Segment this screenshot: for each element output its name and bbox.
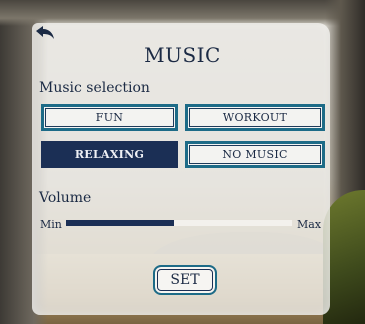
volume-slider-fill [66, 220, 175, 226]
music-option-workout[interactable]: WORKOUT [185, 104, 325, 131]
volume-slider[interactable] [66, 220, 292, 226]
volume-max-label: Max [297, 218, 322, 231]
music-option-relaxing[interactable]: RELAXING [41, 141, 178, 168]
music-option-no-music[interactable]: NO MUSIC [185, 141, 325, 168]
back-button[interactable] [34, 25, 56, 43]
volume-label: Volume [39, 190, 92, 206]
page-title: MUSIC [144, 43, 221, 67]
music-selection-label: Music selection [39, 80, 150, 96]
volume-min-label: Min [40, 218, 62, 231]
music-option-fun[interactable]: FUN [41, 104, 178, 131]
set-button[interactable]: SET [153, 265, 217, 295]
back-arrow-icon [36, 26, 54, 39]
